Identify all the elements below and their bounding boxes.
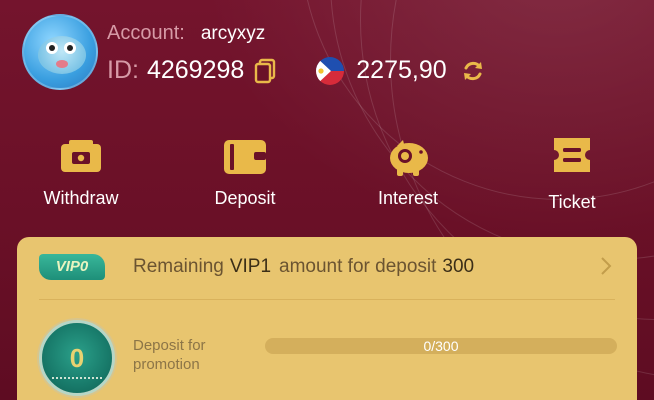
medal-level: 0: [69, 343, 85, 373]
progress-text: 0/300: [423, 338, 459, 354]
balance-value: 2275,90: [356, 56, 447, 84]
id-balance-row: ID: 4269298 2275,90: [107, 56, 485, 85]
philippines-flag-icon: [316, 56, 345, 85]
remaining-prefix: Remaining: [133, 256, 224, 277]
wallet-icon: [222, 134, 268, 178]
vip-medal-icon: 0: [39, 320, 115, 396]
withdraw-button[interactable]: Withdraw: [21, 134, 141, 209]
deposit-button[interactable]: Deposit: [185, 134, 305, 209]
quick-actions: Withdraw Deposit Interest Ticket: [0, 130, 654, 230]
id-label: ID:: [107, 56, 139, 84]
pufferfish-avatar-icon: [38, 36, 86, 74]
avatar-mouth: [56, 60, 68, 68]
medal-ribbon: [52, 377, 102, 385]
account-label: Account:: [107, 22, 185, 44]
amount-text: amount for deposit: [279, 256, 437, 277]
refresh-icon[interactable]: [461, 59, 485, 83]
ticket-icon: [549, 134, 595, 178]
divider: [39, 299, 615, 300]
interest-label: Interest: [377, 188, 439, 208]
deposit-progress-bar: 0/300: [265, 338, 617, 354]
copy-icon[interactable]: [254, 58, 276, 84]
vip-next-level: VIP1: [229, 256, 272, 277]
avatar[interactable]: [22, 14, 98, 90]
ticket-label: Ticket: [548, 192, 596, 212]
vip-remaining-text: Remaining VIP1 amount for deposit 300: [133, 256, 474, 278]
vip-badge: VIP0: [39, 254, 105, 280]
ticket-button[interactable]: Ticket: [512, 134, 632, 213]
account-row: Account: arcyxyz: [107, 22, 265, 45]
piggy-bank-icon: [385, 134, 431, 178]
deposit-label: Deposit: [214, 188, 276, 208]
id-value: 4269298: [146, 56, 245, 84]
withdraw-label: Withdraw: [43, 188, 119, 208]
avatar-eye: [64, 42, 76, 54]
withdraw-icon: [58, 134, 104, 178]
account-name: arcyxyz: [200, 23, 266, 44]
deposit-for-promotion-label: Deposit for promotion: [133, 337, 206, 373]
vip-amount: 300: [442, 256, 475, 277]
vip-card[interactable]: VIP0 Remaining VIP1 amount for deposit 3…: [17, 237, 637, 400]
interest-button[interactable]: Interest: [348, 134, 468, 209]
chevron-right-icon[interactable]: [597, 255, 615, 277]
avatar-eye: [46, 42, 58, 54]
